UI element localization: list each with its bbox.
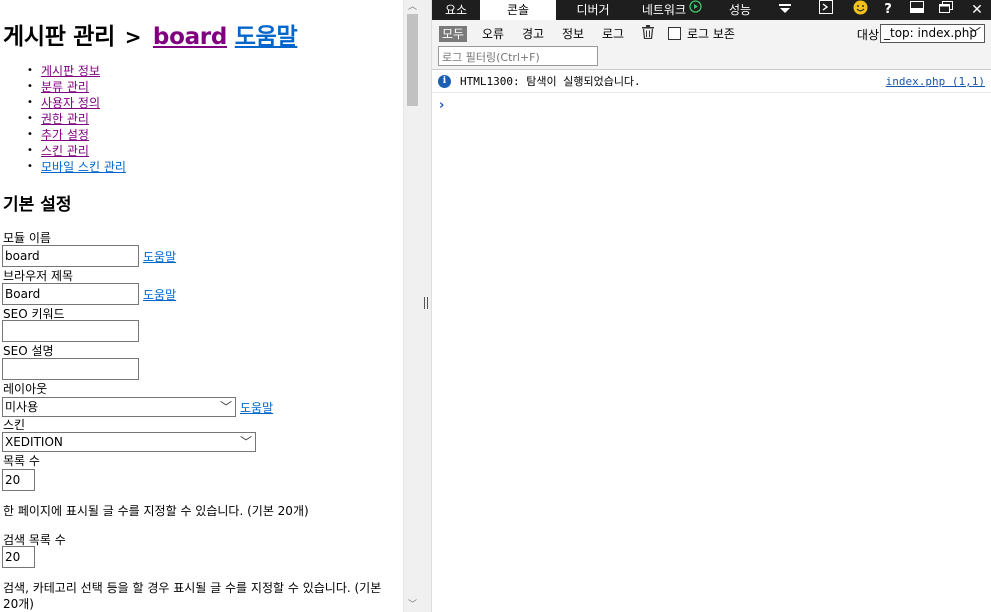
nav-link-skin[interactable]: 스킨 관리 (41, 144, 89, 158)
browser-title-input[interactable]: Board (2, 283, 139, 305)
nav-link-category[interactable]: 분류 관리 (41, 80, 89, 94)
list-count-input[interactable]: 20 (2, 469, 35, 491)
nav-link-user-defined[interactable]: 사용자 정의 (41, 96, 100, 110)
log-filter-input[interactable]: 로그 필터링(Ctrl+F) (438, 46, 598, 66)
module-name-help-link[interactable]: 도움말 (143, 248, 176, 265)
filter-info[interactable]: 정보 (559, 26, 587, 42)
target-label: 대상 (856, 28, 879, 42)
dock-bottom-icon[interactable] (906, 0, 928, 20)
module-name-input[interactable]: board (2, 245, 139, 267)
section-title: 기본 설정 (3, 195, 72, 215)
scrollbar-thumb[interactable] (407, 14, 418, 106)
page-scrollbar[interactable]: ︿ ﹀ (403, 0, 420, 612)
skin-select-value: XEDITION (5, 435, 63, 449)
page-title: 게시판 관리 > board 도움말 (3, 17, 298, 51)
console-toolbar: 모두 오류 경고 정보 로그 로그 보존 로그 필터링(Ctrl+F) 대상 _… (432, 20, 991, 70)
browser-title-help-link[interactable]: 도움말 (143, 286, 176, 303)
tab-console[interactable]: 콘솔 (480, 0, 556, 20)
tab-elements[interactable]: 요소 (432, 0, 480, 20)
title-help-link[interactable]: 도움말 (235, 24, 298, 50)
nav-link-extra-settings[interactable]: 추가 설정 (41, 128, 89, 142)
trash-icon[interactable] (642, 25, 654, 42)
chevron-down-icon: ﹀ (219, 400, 232, 414)
info-icon: i (438, 75, 451, 88)
message-source-link[interactable]: index.php (1,1) (886, 71, 985, 93)
splitter-grip-icon[interactable] (424, 297, 428, 309)
devtools-splitter[interactable] (420, 0, 432, 612)
list-count-description: 한 페이지에 표시될 글 수를 지정할 수 있습니다. (기본 20개) (3, 504, 309, 518)
nav-link-board-info[interactable]: 게시판 정보 (41, 64, 100, 78)
layout-select-value: 미사용 (5, 400, 39, 414)
tab-performance[interactable]: 성능 (708, 0, 772, 20)
network-play-icon[interactable] (687, 0, 703, 20)
console-drawer-icon[interactable] (815, 0, 837, 20)
layout-label: 레이아웃 (3, 382, 48, 396)
undock-icon[interactable] (935, 0, 957, 20)
nav-item: 스킨 관리 (22, 143, 126, 159)
layout-help-link[interactable]: 도움말 (240, 399, 273, 416)
page-pane: 게시판 관리 > board 도움말 게시판 정보 분류 관리 사용자 정의 권… (0, 0, 403, 612)
tab-network[interactable]: 네트워크 (630, 0, 686, 20)
browser-title-label: 브라우저 제목 (3, 269, 74, 283)
filter-warnings[interactable]: 경고 (519, 26, 547, 42)
message-code: HTML1300: (460, 75, 520, 88)
target-select-value: _top: index.php (884, 26, 978, 40)
module-link[interactable]: board (153, 24, 227, 50)
devtools-tab-bar: 요소 콘솔 디버거 네트워크 성능 ? ✕ (432, 0, 991, 20)
filter-all[interactable]: 모두 (439, 26, 468, 42)
nav-link-mobile-skin[interactable]: 모바일 스킨 관리 (41, 160, 126, 174)
devtools-panel: 요소 콘솔 디버거 네트워크 성능 ? ✕ 모두 오류 경고 정보 로그 로그 … (432, 0, 991, 612)
nav-item: 모바일 스킨 관리 (22, 159, 126, 175)
feedback-smiley-icon[interactable] (849, 0, 871, 20)
module-name-label: 모듈 이름 (3, 231, 51, 245)
console-prompt-icon[interactable]: › (439, 98, 444, 113)
nav-item: 권한 관리 (22, 111, 126, 127)
filter-logs[interactable]: 로그 (599, 26, 627, 42)
nav-item: 추가 설정 (22, 127, 126, 143)
preserve-log-label: 로그 보존 (687, 27, 735, 41)
seo-keywords-input[interactable] (2, 320, 139, 342)
console-message: i HTML1300: 탐색이 실행되었습니다. index.php (1,1) (432, 71, 991, 93)
preserve-log-checkbox[interactable] (668, 27, 681, 40)
nav-item: 분류 관리 (22, 79, 126, 95)
search-list-count-input[interactable]: 20 (2, 546, 35, 568)
scroll-up-arrow-icon[interactable]: ︿ (404, 0, 421, 14)
list-count-label: 목록 수 (3, 454, 40, 468)
nav-item: 사용자 정의 (22, 95, 126, 111)
message-text: 탐색이 실행되었습니다. (526, 75, 641, 88)
target-select[interactable]: _top: index.php ﹀ (880, 24, 985, 43)
more-tabs-icon[interactable] (774, 0, 796, 20)
title-separator: > (124, 25, 142, 49)
nav-link-permissions[interactable]: 권한 관리 (41, 112, 89, 126)
nav-item: 게시판 정보 (22, 63, 126, 79)
skin-label: 스킨 (3, 418, 26, 432)
skin-select[interactable]: XEDITION ﹀ (2, 432, 256, 452)
console-output: i HTML1300: 탐색이 실행되었습니다. index.php (1,1)… (432, 71, 991, 113)
seo-desc-input[interactable] (2, 358, 139, 380)
layout-select[interactable]: 미사용 ﹀ (2, 397, 236, 417)
chevron-down-icon: ﹀ (968, 26, 981, 40)
page-title-text: 게시판 관리 (3, 24, 116, 50)
filter-errors[interactable]: 오류 (479, 26, 507, 42)
board-nav: 게시판 정보 분류 관리 사용자 정의 권한 관리 추가 설정 스킨 관리 모바… (22, 63, 126, 175)
chevron-down-icon: ﹀ (239, 435, 252, 449)
help-icon[interactable]: ? (878, 0, 898, 20)
scroll-down-arrow-icon[interactable]: ﹀ (404, 598, 421, 612)
search-list-count-description: 검색, 카테고리 선택 등을 할 경우 표시될 글 수를 지정할 수 있습니다.… (3, 581, 382, 611)
tab-debugger[interactable]: 디버거 (556, 0, 630, 20)
close-icon[interactable]: ✕ (966, 0, 988, 20)
seo-desc-label: SEO 설명 (3, 344, 54, 358)
